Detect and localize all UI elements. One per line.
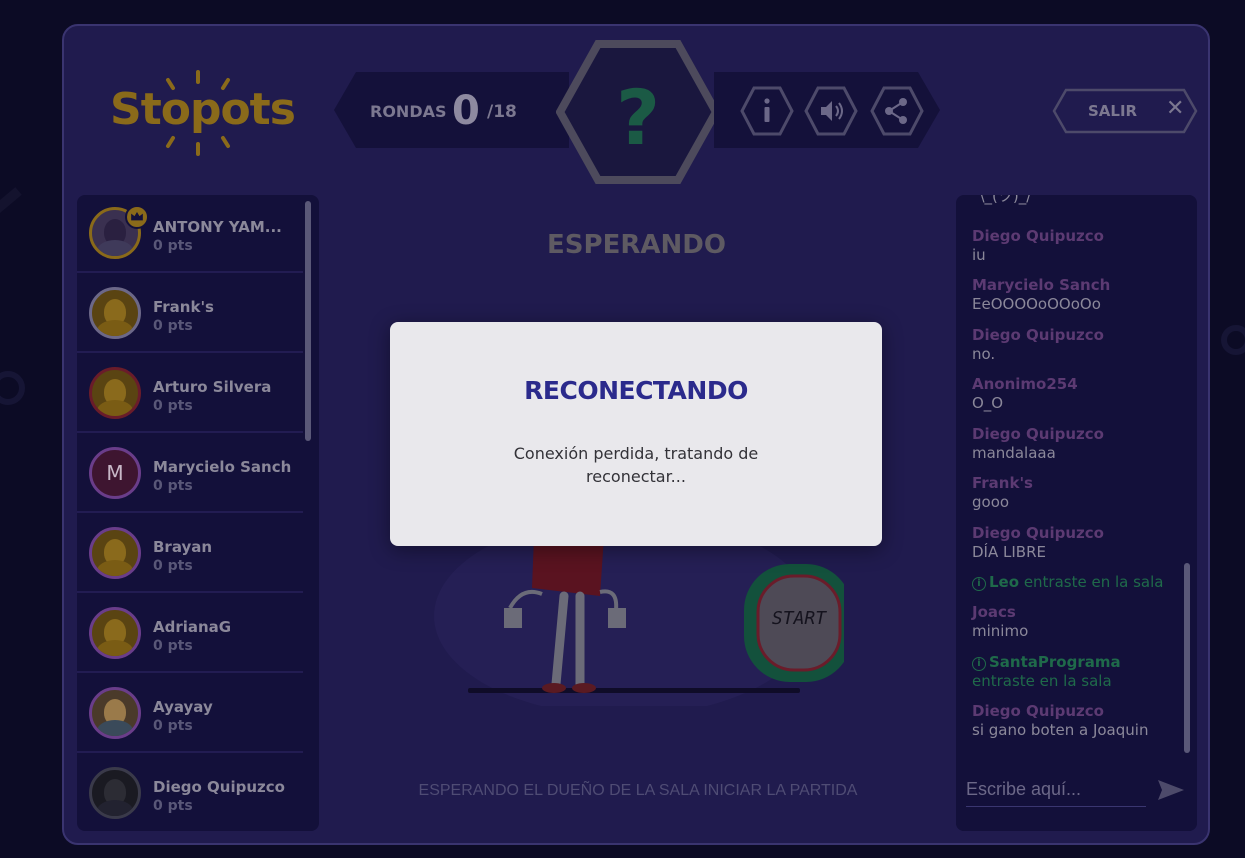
reconnecting-modal: RECONECTANDO Conexión perdida, tratando … xyxy=(390,322,882,546)
modal-text: Conexión perdida, tratando de reconectar… xyxy=(513,444,759,486)
modal-title: RECONECTANDO xyxy=(524,376,748,405)
